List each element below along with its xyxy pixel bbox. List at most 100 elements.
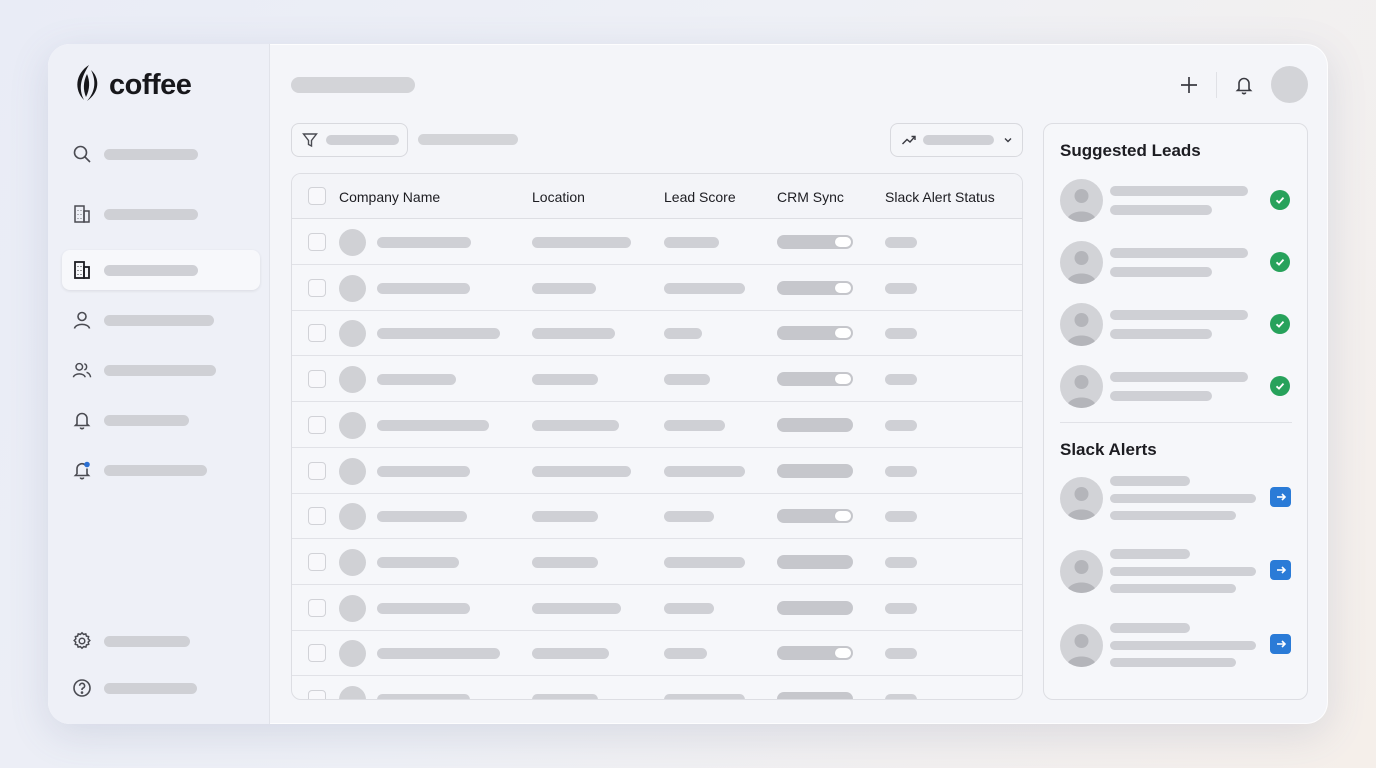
row-checkbox[interactable] (308, 552, 326, 571)
users-icon (72, 360, 92, 380)
suggested-lead-item[interactable] (1060, 303, 1292, 347)
table-row[interactable] (292, 402, 1022, 448)
logo[interactable]: coffee (72, 64, 192, 107)
row-checkbox[interactable] (308, 415, 326, 434)
crm-sync-toggle[interactable] (777, 417, 853, 432)
location-cell (532, 374, 598, 386)
table-row[interactable] (292, 539, 1022, 585)
bell-dot-icon (72, 460, 92, 480)
building-icon (72, 260, 92, 280)
table-row[interactable] (292, 493, 1022, 540)
crm-sync-toggle[interactable] (777, 326, 853, 341)
sidebar-item-contacts[interactable] (62, 300, 260, 340)
sidebar-item-settings[interactable] (62, 621, 260, 661)
user-icon (72, 310, 92, 330)
sidebar-item-companies[interactable] (62, 194, 260, 234)
company-avatar (339, 503, 366, 531)
table-row[interactable] (292, 448, 1022, 494)
avatar[interactable] (1271, 66, 1308, 103)
row-checkbox[interactable] (308, 233, 326, 251)
table-row[interactable] (292, 219, 1022, 265)
company-name-cell (377, 237, 471, 248)
row-checkbox[interactable] (308, 278, 326, 297)
alert-text (1110, 494, 1256, 503)
row-checkbox[interactable] (308, 690, 326, 699)
crm-sync-toggle[interactable] (777, 554, 853, 569)
crm-sync-toggle[interactable] (777, 692, 853, 699)
suggested-lead-item[interactable] (1060, 365, 1292, 409)
table-row[interactable] (292, 265, 1022, 311)
company-avatar (339, 366, 366, 394)
row-checkbox[interactable] (308, 507, 326, 526)
location-cell (532, 602, 621, 614)
page-title (291, 77, 415, 93)
lead-score-cell (664, 237, 719, 248)
table-row[interactable] (292, 676, 1022, 699)
open-alert-button[interactable] (1270, 560, 1291, 580)
sort-dropdown[interactable] (890, 123, 1023, 157)
sidebar-item-teams[interactable] (62, 350, 260, 390)
company-avatar (339, 686, 366, 699)
crm-sync-toggle[interactable] (777, 600, 853, 615)
sidebar-item-label (104, 464, 207, 476)
row-checkbox[interactable] (308, 461, 326, 480)
sidebar-item-label (104, 208, 198, 220)
table-row[interactable] (292, 356, 1022, 403)
notifications-button[interactable] (1229, 70, 1259, 100)
crm-sync-toggle[interactable] (777, 235, 853, 249)
crm-sync-toggle[interactable] (777, 372, 853, 387)
sidebar-item-notifications[interactable] (62, 400, 260, 440)
table-row[interactable] (292, 630, 1022, 677)
crm-sync-toggle[interactable] (777, 509, 853, 524)
open-alert-button[interactable] (1270, 634, 1291, 654)
column-header-location[interactable]: Location (532, 189, 585, 205)
slack-alert-item[interactable] (1060, 549, 1292, 605)
lead-score-cell (664, 465, 745, 477)
company-name-cell (377, 602, 470, 614)
sidebar-item-search[interactable] (62, 134, 260, 174)
slack-alert-status-cell (885, 694, 917, 699)
table-row[interactable] (292, 310, 1022, 357)
slack-alert-item[interactable] (1060, 623, 1292, 679)
slack-alert-status-cell (885, 282, 917, 294)
slack-alert-status-cell (885, 419, 917, 431)
suggested-lead-item[interactable] (1060, 179, 1292, 223)
column-header-crm-sync[interactable]: CRM Sync (777, 189, 844, 205)
company-avatar (339, 548, 366, 576)
column-header-lead-score[interactable]: Lead Score (664, 189, 736, 205)
alert-text (1110, 567, 1256, 576)
sidebar-item-alerts[interactable] (62, 450, 260, 490)
plus-icon (1181, 76, 1197, 93)
crm-sync-toggle[interactable] (777, 646, 853, 661)
open-alert-button[interactable] (1270, 487, 1291, 507)
company-name-cell (377, 282, 470, 294)
lead-score-cell (664, 556, 745, 568)
slack-alert-status-cell (885, 237, 917, 248)
crm-sync-toggle[interactable] (777, 463, 853, 478)
company-name-cell (377, 694, 470, 699)
crm-sync-toggle[interactable] (777, 280, 853, 295)
row-checkbox[interactable] (308, 370, 326, 389)
location-cell (532, 419, 619, 431)
arrow-right-icon (1276, 493, 1286, 501)
suggested-lead-item[interactable] (1060, 241, 1292, 285)
column-header-company[interactable]: Company Name (339, 189, 440, 205)
lead-name (1110, 186, 1248, 196)
row-checkbox[interactable] (308, 324, 326, 343)
add-button[interactable] (1174, 70, 1204, 100)
row-checkbox[interactable] (308, 598, 326, 617)
sidebar-item-accounts[interactable] (62, 250, 260, 290)
logo-text: coffee (109, 69, 192, 101)
column-header-slack-alert-status[interactable]: Slack Alert Status (885, 189, 995, 205)
table-row[interactable] (292, 585, 1022, 631)
company-name-cell (377, 465, 470, 477)
row-checkbox[interactable] (308, 644, 326, 663)
select-all-checkbox[interactable] (308, 187, 326, 205)
sidebar-item-help[interactable] (62, 668, 260, 708)
filter-button[interactable] (291, 123, 408, 157)
slack-alert-item[interactable] (1060, 476, 1292, 532)
check-icon (1270, 190, 1290, 210)
help-icon (72, 678, 92, 698)
avatar (1060, 624, 1103, 667)
app-window: coffee Company Name Location Lead Score … (48, 44, 1328, 724)
